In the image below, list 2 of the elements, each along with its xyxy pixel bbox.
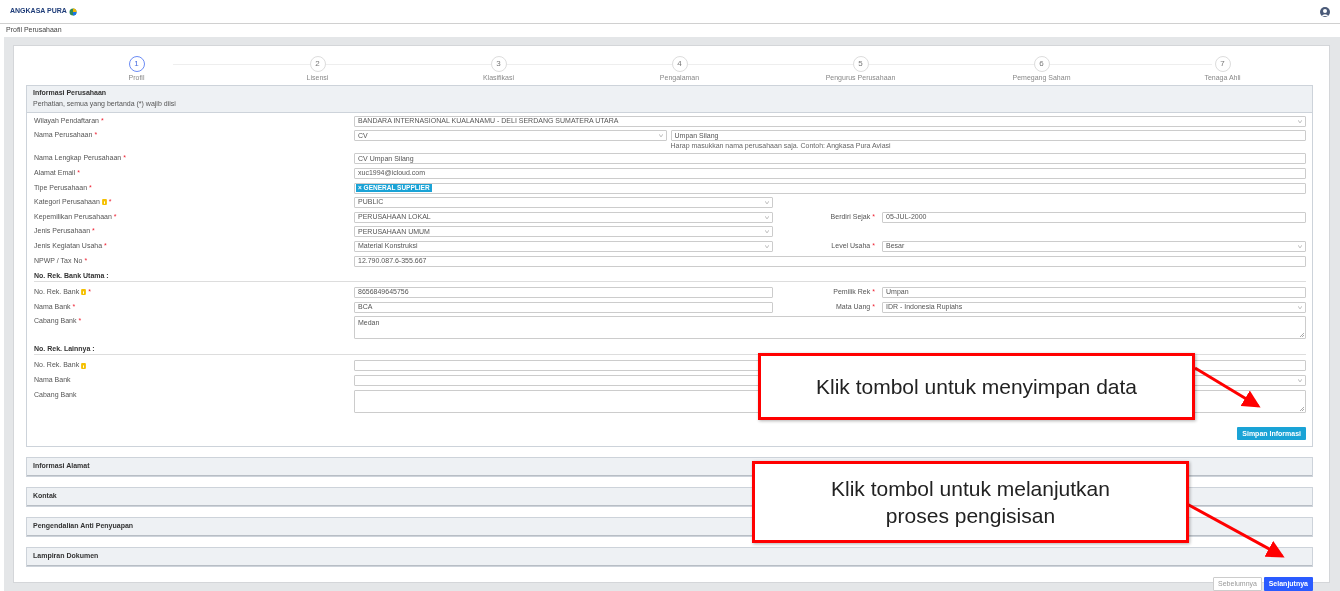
- callout-tooltip: Klik tombol untuk menyimpan data: [758, 353, 1195, 420]
- callout-tooltip: Klik tombol untuk melanjutkan proses pengisisan: [752, 461, 1189, 543]
